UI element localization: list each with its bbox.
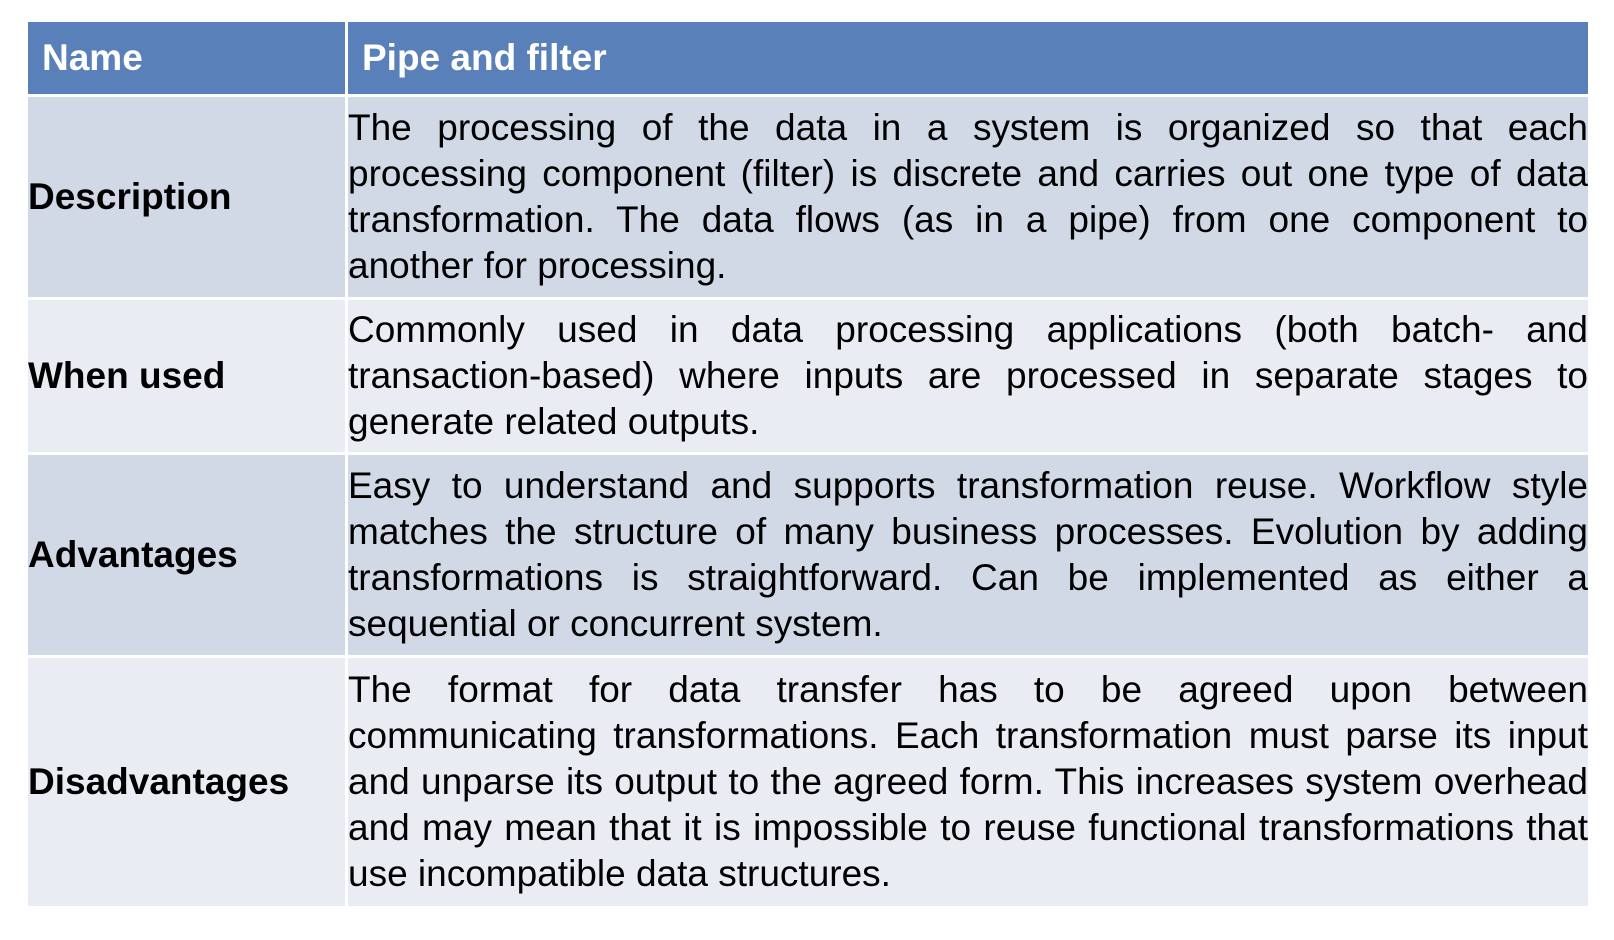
header-name-cell: Name (25, 19, 348, 97)
row-label-when-used: When used (25, 297, 348, 455)
row-text-advantages: Easy to understand and supports transfor… (345, 452, 1591, 658)
row-text-description: The processing of the data in a system i… (345, 94, 1591, 300)
table-row: When used Commonly used in data processi… (25, 297, 1591, 455)
row-text-when-used: Commonly used in data processing applica… (345, 297, 1591, 455)
table-row: Description The processing of the data i… (25, 94, 1591, 300)
row-label-disadvantages: Disadvantages (25, 655, 348, 909)
table-row: Advantages Easy to understand and suppor… (25, 452, 1591, 658)
pattern-table: Name Pipe and filter Description The pro… (25, 19, 1591, 909)
header-pattern-title: Pipe and filter (345, 19, 1591, 97)
row-text-disadvantages: The format for data transfer has to be a… (345, 655, 1591, 909)
row-label-advantages: Advantages (25, 452, 348, 658)
row-label-description: Description (25, 94, 348, 300)
header-row: Name Pipe and filter (25, 19, 1591, 97)
table-row: Disadvantages The format for data transf… (25, 655, 1591, 909)
